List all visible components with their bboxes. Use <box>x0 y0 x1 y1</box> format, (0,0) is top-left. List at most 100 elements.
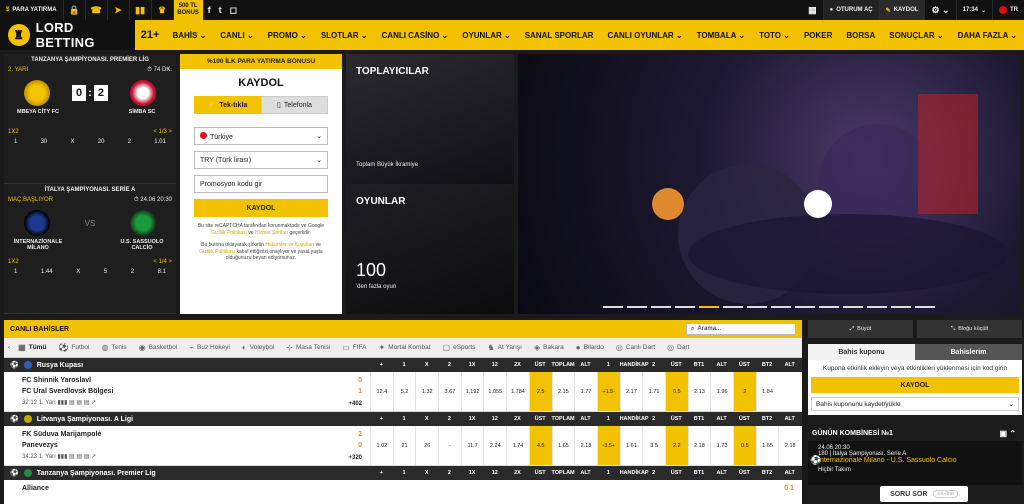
register-button[interactable]: ✎ KAYDOL <box>879 0 926 20</box>
nav-item-canli-casino[interactable]: CANLI CASİNO ⌄ <box>375 31 456 40</box>
featured-match-2[interactable]: İTALYA ŞAMPİYONASI. SERİE A MAÇ BAŞLIYOR… <box>4 184 176 314</box>
nav-item-promo[interactable]: PROMO ⌄ <box>261 31 314 40</box>
carousel-dot[interactable] <box>675 306 695 308</box>
stats-icon[interactable]: ▮▮▮ ▤ ▤ ▤ ↗ <box>56 400 96 406</box>
odds-cell[interactable]: 2 <box>733 372 756 411</box>
odds-cell[interactable]: 3.67 <box>438 372 461 411</box>
sport-filter-canlı-dart[interactable]: ◎ Canlı Dart <box>616 343 655 352</box>
sport-filter-basketbol[interactable]: ◉ Basketbol <box>139 343 178 352</box>
twitter-icon[interactable]: t <box>215 0 226 20</box>
expand-button[interactable]: ⤢ Büyüt <box>808 320 913 338</box>
odds-cell[interactable]: 1.71 <box>642 372 665 411</box>
odds-cell[interactable]: - <box>438 426 461 465</box>
event-row[interactable]: Alliance 0 1 <box>4 480 802 496</box>
nav-item-slotlar[interactable]: SLOTLAR ⌄ <box>314 31 375 40</box>
sport-filter-masa-tenisi[interactable]: ⊹ Masa Tenisi <box>286 343 330 352</box>
odds-cell[interactable]: 1.77 <box>574 372 597 411</box>
odds-cell[interactable]: 1.61 <box>619 426 643 465</box>
daily-combo-card[interactable]: ⚽ 24.06 20:30 180 | İtalya Şampiyonası. … <box>808 441 1022 485</box>
terms-link[interactable]: Hizmet Şartları <box>255 230 288 236</box>
odds-cell[interactable]: 3.5 <box>642 426 665 465</box>
sport-filter-fifa[interactable]: ▭ FIFA <box>342 343 366 352</box>
carousel-dot[interactable] <box>843 306 863 308</box>
league-row[interactable]: ⚽ Rusya Kupası +1 X 2 1X 12 2X ÜST TOPLAM ALT 1 HAND… <box>4 358 802 372</box>
event-row[interactable]: FC Shinnik Yaroslavl FC Ural Sverdlovsk B… <box>4 372 802 412</box>
nav-item-tombala[interactable]: TOMBALA ⌄ <box>690 31 752 40</box>
promo-games[interactable]: OYUNLAR 100 'den fazla oyun <box>346 184 514 314</box>
tab-my-bets[interactable]: Bahislerim <box>915 344 1022 360</box>
odds-cell[interactable]: 2.18 <box>574 426 597 465</box>
featured-match-1[interactable]: TANZANYA ŞAMPİYONASI. PREMİER LİG 2. YAR… <box>4 54 176 184</box>
bet-slip-register-button[interactable]: KAYDOL <box>811 377 1019 393</box>
odds-cell[interactable]: 0.5 <box>733 426 756 465</box>
odds-cell[interactable]: 1.65 <box>551 426 575 465</box>
odds-cell[interactable]: 2.5 <box>528 372 552 411</box>
hero-banner[interactable] <box>518 54 1020 314</box>
odds-cell[interactable]: 1.055 <box>483 372 506 411</box>
nav-item-sanal-sporlar[interactable]: SANAL SPORLAR <box>518 31 601 40</box>
odds-cell[interactable]: 2.18 <box>778 426 801 465</box>
carousel-dot[interactable] <box>651 306 671 308</box>
settings-icon[interactable]: ⚙ ⌄ <box>925 0 957 20</box>
sport-filter-esports[interactable]: ▢ eSports <box>443 343 476 352</box>
trophy-icon[interactable]: ♛ <box>152 0 174 20</box>
odds-cell[interactable]: 2.13 <box>687 372 711 411</box>
tab-phone[interactable]: ▯ Telefonla <box>261 96 328 114</box>
nav-item-daha-fazla[interactable]: DAHA FAZLA ⌄ <box>951 31 1024 40</box>
odds-cell[interactable]: 2.17 <box>619 372 643 411</box>
login-button[interactable]: ● OTURUM AÇ <box>823 0 880 20</box>
nav-item-oyunlar[interactable]: OYUNLAR ⌄ <box>455 31 517 40</box>
stats-icon[interactable]: ▮▮▮ ▤ ▤ ▤ ↗ <box>56 454 96 460</box>
league-row[interactable]: ⚽ Tanzanya Şampiyonası. Premier Lig +1 X 2 1X… <box>4 466 802 480</box>
carousel-dot[interactable] <box>747 306 767 308</box>
sport-filter-tümü[interactable]: ▦ Tümü <box>18 343 46 352</box>
sport-filter-futbol[interactable]: ⚽ Futbol <box>58 343 89 352</box>
nav-item-borsa[interactable]: BORSA <box>839 31 882 40</box>
odds-home[interactable]: 30 <box>41 139 48 145</box>
carousel-dot[interactable] <box>603 306 623 308</box>
nav-item-sonuclar[interactable]: SONUÇLAR ⌄ <box>882 31 950 40</box>
odds-cell[interactable]: 2.24 <box>483 426 506 465</box>
odds-cell[interactable]: 1.96 <box>710 372 733 411</box>
odds-cell[interactable]: 12.4 <box>370 372 393 411</box>
market-pager[interactable]: < 1/4 > <box>153 259 172 265</box>
odds-away[interactable]: 8.1 <box>158 269 166 275</box>
more-markets-link[interactable]: +320 <box>348 455 362 461</box>
qr-icon[interactable]: ▦ <box>802 0 824 20</box>
bonus-badge[interactable]: 500 TL BONUS <box>173 0 204 20</box>
scroll-left-icon[interactable]: ‹ <box>8 344 10 351</box>
odds-cell[interactable]: 1.192 <box>460 372 484 411</box>
event-info[interactable]: FK Süduva Marijampolė Panevezys 2 0 34:23 1.… <box>4 426 370 465</box>
phone-icon[interactable]: ☎ <box>86 0 108 20</box>
sport-filter-at-yarışı[interactable]: ♞ At Yarışı <box>487 343 522 352</box>
league-row[interactable]: ⚽ Litvanya Şampiyonası. A Ligi +1 X 2 1X 12 2X Ü… <box>4 412 802 426</box>
odds-cell[interactable]: 2.18 <box>687 426 711 465</box>
event-info[interactable]: FC Shinnik Yaroslavl FC Ural Sverdlovsk B… <box>4 372 370 411</box>
odds-cell[interactable]: 1.02 <box>370 426 393 465</box>
deposit-link[interactable]: $ PARA YATIRMA <box>0 0 64 20</box>
odds-cell[interactable]: 1.65 <box>755 426 779 465</box>
carousel-dot[interactable] <box>867 306 887 308</box>
market-pager[interactable]: < 1/3 > <box>153 129 172 135</box>
register-submit-button[interactable]: KAYDOL <box>194 199 328 217</box>
nav-item-canli[interactable]: CANLI ⌄ <box>213 31 260 40</box>
odds-draw[interactable]: 5 <box>104 269 107 275</box>
odds-cell[interactable]: 1.74 <box>506 426 529 465</box>
odds-away[interactable]: 1.01 <box>154 139 166 145</box>
sport-filter-bilardo[interactable]: ● Bilardo <box>576 343 604 352</box>
tab-bet-slip[interactable]: Bahis kuponu <box>808 344 915 360</box>
odds-cell[interactable]: 11.7 <box>460 426 484 465</box>
nav-item-bahis[interactable]: BAHİS ⌄ <box>165 31 213 40</box>
odds-draw[interactable]: 20 <box>98 139 105 145</box>
odds-cell[interactable]: 1.784 <box>506 372 529 411</box>
site-logo[interactable]: ♜ LORD BETTING <box>0 20 135 50</box>
privacy-link[interactable]: Gizlilik Politikası <box>211 230 247 236</box>
country-select[interactable]: Türkiye ⌄ <box>194 127 328 145</box>
carousel-dot[interactable] <box>891 306 911 308</box>
stats-icon[interactable]: ▮▮ <box>130 0 152 20</box>
sport-filter-mortal-kombat[interactable]: ✦ Mortal Kombat <box>379 343 431 352</box>
facebook-icon[interactable]: f <box>204 0 215 20</box>
odds-cell[interactable]: +1.5- <box>596 372 620 411</box>
odds-cell[interactable]: 2.15 <box>551 372 575 411</box>
language-select[interactable]: TR <box>993 0 1024 20</box>
